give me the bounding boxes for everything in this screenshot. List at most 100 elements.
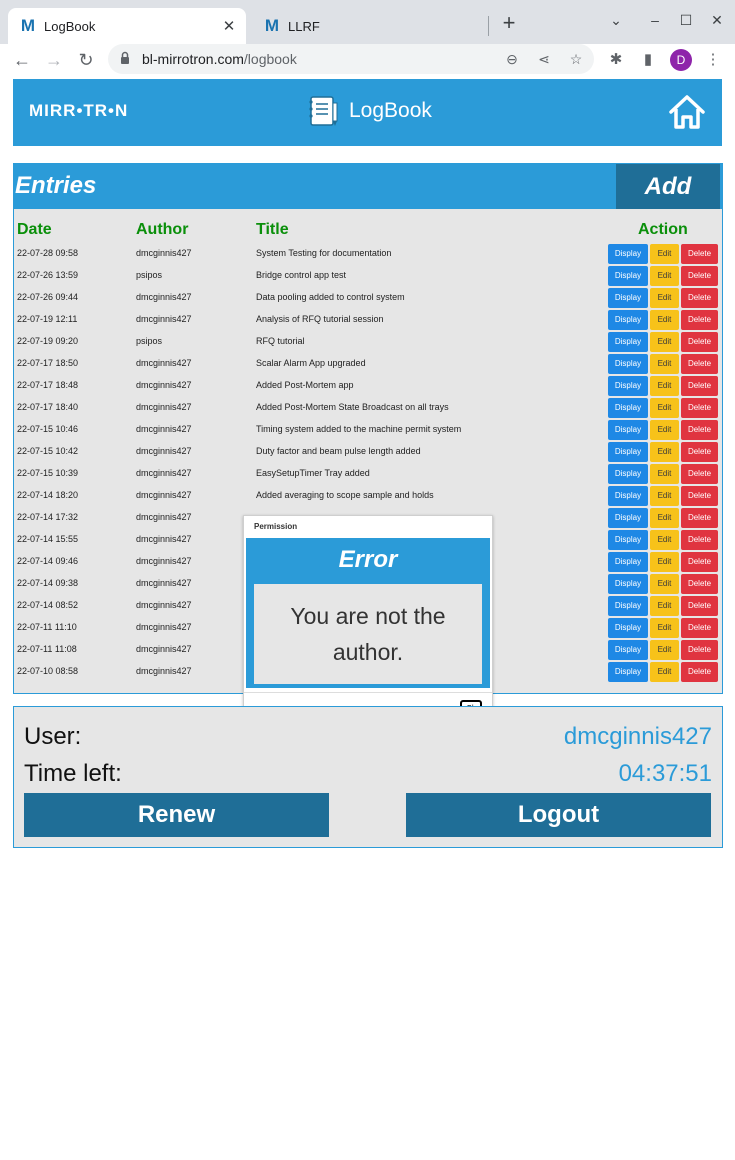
delete-button[interactable]: Delete: [681, 530, 718, 550]
window-close-icon[interactable]: ✕: [707, 10, 727, 30]
edit-button[interactable]: Edit: [650, 244, 679, 264]
delete-button[interactable]: Delete: [681, 244, 718, 264]
edit-button[interactable]: Edit: [650, 508, 679, 528]
delete-button[interactable]: Delete: [681, 398, 718, 418]
edit-button[interactable]: Edit: [650, 486, 679, 506]
time-left-label: Time left:: [24, 760, 122, 787]
share-icon[interactable]: ⋖: [534, 49, 554, 69]
edit-button[interactable]: Edit: [650, 552, 679, 572]
display-button[interactable]: Display: [608, 420, 648, 440]
maximize-icon[interactable]: ☐: [676, 10, 696, 30]
display-button[interactable]: Display: [608, 574, 648, 594]
display-button[interactable]: Display: [608, 398, 648, 418]
column-header-title: Title: [256, 221, 289, 238]
tab-llrf[interactable]: M LLRF: [252, 8, 488, 44]
table-row: 22-07-26 13:59 psipos Bridge control app t…: [14, 266, 722, 288]
display-button[interactable]: Display: [608, 508, 648, 528]
reload-icon[interactable]: ↻: [74, 48, 98, 72]
display-button[interactable]: Display: [608, 640, 648, 660]
delete-button[interactable]: Delete: [681, 596, 718, 616]
edit-button[interactable]: Edit: [650, 618, 679, 638]
side-panel-icon[interactable]: ▮: [638, 50, 658, 70]
edit-button[interactable]: Edit: [650, 530, 679, 550]
table-row: 22-07-15 10:46 dmcginnis427 Timing system …: [14, 420, 722, 442]
logout-button[interactable]: Logout: [406, 793, 711, 837]
entries-header: Entries Add: [14, 164, 722, 209]
close-icon[interactable]: ✕: [220, 17, 238, 35]
dialog-title: Permission: [254, 522, 298, 531]
delete-button[interactable]: Delete: [681, 662, 718, 682]
delete-button[interactable]: Delete: [681, 332, 718, 352]
bookmark-star-icon[interactable]: ☆: [566, 49, 586, 69]
display-button[interactable]: Display: [608, 486, 648, 506]
delete-button[interactable]: Delete: [681, 310, 718, 330]
delete-button[interactable]: Delete: [681, 574, 718, 594]
display-button[interactable]: Display: [608, 332, 648, 352]
entry-author: dmcginnis427: [136, 402, 192, 412]
minimize-icon[interactable]: –: [645, 10, 665, 30]
home-icon[interactable]: [667, 92, 707, 132]
delete-button[interactable]: Delete: [681, 266, 718, 286]
profile-avatar[interactable]: D: [670, 49, 692, 71]
delete-button[interactable]: Delete: [681, 464, 718, 484]
tab-search-chevron-icon[interactable]: ⌄: [606, 10, 626, 30]
address-bar[interactable]: bl-mirrotron.com/logbook ⊖ ⋖ ☆: [108, 44, 594, 74]
display-button[interactable]: Display: [608, 596, 648, 616]
mirrotron-logo[interactable]: MIRR•TR•N: [29, 101, 128, 121]
table-row: 22-07-28 09:58 dmcginnis427 System Testing…: [14, 244, 722, 266]
add-entry-button[interactable]: Add: [616, 164, 720, 209]
edit-button[interactable]: Edit: [650, 288, 679, 308]
edit-button[interactable]: Edit: [650, 464, 679, 484]
edit-button[interactable]: Edit: [650, 266, 679, 286]
delete-button[interactable]: Delete: [681, 486, 718, 506]
entry-date: 22-07-17 18:40: [17, 402, 79, 412]
menu-kebab-icon[interactable]: ⋮: [703, 50, 723, 70]
edit-button[interactable]: Edit: [650, 398, 679, 418]
edit-button[interactable]: Edit: [650, 574, 679, 594]
delete-button[interactable]: Delete: [681, 420, 718, 440]
url-text: bl-mirrotron.com/logbook: [142, 51, 297, 67]
delete-button[interactable]: Delete: [681, 376, 718, 396]
tab-logbook[interactable]: M LogBook ✕: [8, 8, 246, 44]
delete-button[interactable]: Delete: [681, 508, 718, 528]
display-button[interactable]: Display: [608, 310, 648, 330]
delete-button[interactable]: Delete: [681, 288, 718, 308]
new-tab-plus-icon[interactable]: +: [498, 12, 520, 34]
display-button[interactable]: Display: [608, 618, 648, 638]
display-button[interactable]: Display: [608, 530, 648, 550]
display-button[interactable]: Display: [608, 442, 648, 462]
extensions-puzzle-icon[interactable]: ✱: [606, 50, 626, 70]
edit-button[interactable]: Edit: [650, 420, 679, 440]
entry-author: dmcginnis427: [136, 512, 192, 522]
display-button[interactable]: Display: [608, 244, 648, 264]
display-button[interactable]: Display: [608, 354, 648, 374]
edit-button[interactable]: Edit: [650, 332, 679, 352]
delete-button[interactable]: Delete: [681, 552, 718, 572]
delete-button[interactable]: Delete: [681, 354, 718, 374]
delete-button[interactable]: Delete: [681, 618, 718, 638]
zoom-icon[interactable]: ⊖: [502, 49, 522, 69]
entry-author: dmcginnis427: [136, 578, 192, 588]
edit-button[interactable]: Edit: [650, 310, 679, 330]
edit-button[interactable]: Edit: [650, 354, 679, 374]
display-button[interactable]: Display: [608, 288, 648, 308]
edit-button[interactable]: Edit: [650, 376, 679, 396]
back-arrow-icon[interactable]: ←: [10, 48, 34, 72]
renew-button[interactable]: Renew: [24, 793, 329, 837]
edit-button[interactable]: Edit: [650, 640, 679, 660]
display-button[interactable]: Display: [608, 266, 648, 286]
edit-button[interactable]: Edit: [650, 442, 679, 462]
notebook-icon: [309, 96, 338, 126]
forward-arrow-icon[interactable]: →: [42, 48, 66, 72]
entry-title: EasySetupTimer Tray added: [256, 468, 370, 478]
display-button[interactable]: Display: [608, 464, 648, 484]
display-button[interactable]: Display: [608, 662, 648, 682]
display-button[interactable]: Display: [608, 552, 648, 572]
delete-button[interactable]: Delete: [681, 640, 718, 660]
edit-button[interactable]: Edit: [650, 596, 679, 616]
edit-button[interactable]: Edit: [650, 662, 679, 682]
mirrotron-favicon-icon: M: [20, 16, 36, 35]
app-title-group: LogBook: [305, 93, 432, 129]
display-button[interactable]: Display: [608, 376, 648, 396]
delete-button[interactable]: Delete: [681, 442, 718, 462]
